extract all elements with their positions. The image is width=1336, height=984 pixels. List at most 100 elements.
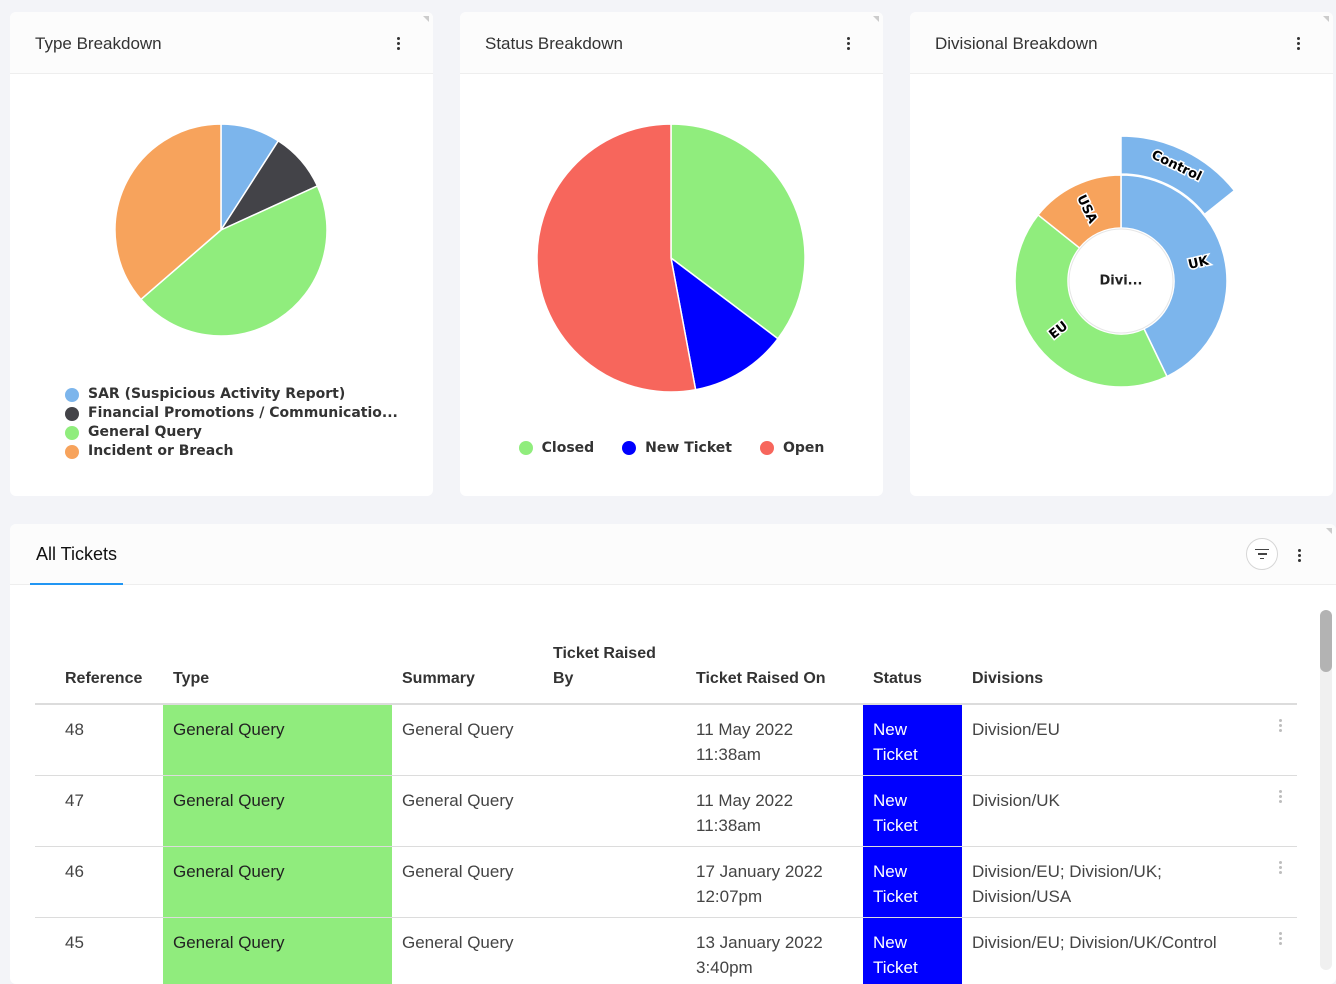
cell-reference: 48	[35, 704, 163, 776]
status-line-1: New	[873, 932, 908, 952]
more-options-icon[interactable]	[390, 33, 406, 53]
column-header-divisions[interactable]: Divisions	[962, 620, 1242, 705]
cell-divisions: Division/EU; Division/UK; Division/USA	[962, 846, 1242, 918]
legend-item-sar-suspicious-activity-report[interactable]: SAR (Suspicious Activity Report)	[65, 385, 398, 404]
column-header-raised-on[interactable]: Ticket Raised On	[686, 620, 863, 705]
status-line-2: Ticket	[873, 957, 918, 977]
legend-item-closed[interactable]: Closed	[518, 440, 595, 456]
cell-type: General Query	[163, 704, 392, 776]
status-line-1: New	[873, 861, 908, 881]
cell-actions	[1242, 775, 1297, 847]
row-more-options-icon[interactable]	[1277, 931, 1283, 945]
cell-status: New Ticket	[863, 704, 962, 776]
card-title: Type Breakdown	[35, 34, 162, 53]
status-line-2: Ticket	[873, 886, 918, 906]
column-header-actions	[1242, 620, 1297, 705]
status-breakdown-card: Status Breakdown Closed New Ticket Open	[460, 12, 883, 496]
legend-label: SAR (Suspicious Activity Report)	[88, 386, 346, 402]
cell-type: General Query	[163, 917, 392, 984]
column-header-type[interactable]: Type	[163, 620, 392, 705]
cell-status: New Ticket	[863, 917, 962, 984]
legend-label: Financial Promotions / Communicatio...	[88, 405, 398, 421]
sunburst-center-label: Divi...	[1100, 274, 1143, 289]
cell-actions	[1242, 846, 1297, 918]
legend-dot-icon	[65, 387, 79, 402]
card-header: All Tickets	[10, 524, 1336, 585]
status-line-1: New	[873, 790, 908, 810]
cell-raised-on: 17 January 2022 12:07pm	[686, 846, 863, 918]
row-more-options-icon[interactable]	[1277, 860, 1283, 874]
table-row[interactable]: 48 General Query General Query 11 May 2022 1…	[35, 704, 1297, 776]
raised-on-date: 11 May 2022	[696, 790, 794, 810]
type-breakdown-card: Type Breakdown SAR (Suspicious Activity …	[10, 12, 433, 496]
card-header: Type Breakdown	[10, 12, 433, 74]
cell-reference: 47	[35, 775, 163, 847]
status-pie-chart	[536, 123, 806, 393]
resize-corner-icon[interactable]	[1323, 16, 1329, 22]
legend-label: Closed	[541, 440, 595, 456]
cell-reference: 46	[35, 846, 163, 918]
cell-raised-on: 11 May 2022 11:38am	[686, 704, 863, 776]
resize-corner-icon[interactable]	[873, 16, 879, 22]
raised-on-date: 13 January 2022	[696, 932, 823, 952]
cell-raised-on: 11 May 2022 11:38am	[686, 775, 863, 847]
cell-raised-by	[543, 917, 686, 984]
card-title: Status Breakdown	[485, 34, 623, 53]
cell-raised-by	[543, 775, 686, 847]
raised-on-time: 12:07pm	[696, 886, 763, 906]
more-options-icon[interactable]	[1291, 545, 1307, 565]
column-header-raised-by[interactable]: Ticket Raised By	[543, 620, 686, 705]
legend-item-incident-or-breach[interactable]: Incident or Breach	[65, 442, 398, 461]
cell-raised-by	[543, 846, 686, 918]
row-more-options-icon[interactable]	[1277, 789, 1283, 803]
table-row[interactable]: 46 General Query General Query 17 January 2…	[35, 846, 1297, 918]
type-legend: SAR (Suspicious Activity Report) Financia…	[65, 385, 398, 461]
cell-status: New Ticket	[863, 775, 962, 847]
legend-dot-icon	[622, 441, 637, 455]
cell-actions	[1242, 917, 1297, 984]
legend-label: New Ticket	[645, 440, 732, 456]
card-header: Divisional Breakdown	[910, 12, 1333, 74]
more-options-icon[interactable]	[1290, 33, 1306, 53]
active-tab-indicator	[30, 583, 124, 585]
type-pie-chart	[114, 123, 328, 337]
table-scrollbar[interactable]	[1320, 610, 1332, 970]
legend-label: Open	[782, 440, 825, 456]
legend-label: Incident or Breach	[88, 443, 234, 459]
table-row[interactable]: 45 General Query General Query 13 January 2…	[35, 917, 1297, 984]
column-header-status[interactable]: Status	[863, 620, 962, 705]
legend-dot-icon	[65, 444, 79, 459]
legend-item-open[interactable]: Open	[759, 440, 825, 456]
column-header-reference[interactable]: Reference	[35, 620, 163, 705]
legend-item-new-ticket[interactable]: New Ticket	[622, 440, 732, 456]
scrollbar-thumb[interactable]	[1320, 610, 1332, 672]
raised-on-time: 3:40pm	[696, 957, 753, 977]
raised-on-time: 11:38am	[696, 745, 761, 764]
tickets-table: Reference Type Summary Ticket Raised By …	[35, 620, 1297, 984]
column-header-summary[interactable]: Summary	[392, 620, 543, 705]
tab-label: All Tickets	[36, 544, 118, 564]
divisional-sunburst-chart: UKControlEUUSADivi...	[1014, 135, 1236, 388]
raised-on-time: 11:38am	[696, 815, 761, 835]
card-title: Divisional Breakdown	[935, 34, 1098, 53]
tab-all-tickets[interactable]: All Tickets	[30, 524, 124, 585]
legend-dot-icon	[65, 406, 79, 421]
status-line-2: Ticket	[873, 745, 918, 764]
resize-corner-icon[interactable]	[423, 16, 429, 22]
cell-raised-on: 13 January 2022 3:40pm	[686, 917, 863, 984]
legend-dot-icon	[518, 441, 533, 455]
table-header-row: Reference Type Summary Ticket Raised By …	[35, 620, 1297, 705]
cell-type: General Query	[163, 775, 392, 847]
row-more-options-icon[interactable]	[1277, 719, 1283, 732]
table-row[interactable]: 47 General Query General Query 11 May 2022 1…	[35, 775, 1297, 847]
resize-corner-icon[interactable]	[1326, 528, 1332, 534]
filter-button[interactable]	[1246, 538, 1278, 570]
status-line-1: New	[873, 720, 908, 739]
legend-item-general-query[interactable]: General Query	[65, 423, 398, 442]
legend-label: General Query	[88, 424, 202, 440]
filter-icon	[1255, 548, 1269, 560]
cell-summary: General Query	[392, 917, 543, 984]
more-options-icon[interactable]	[840, 33, 856, 53]
raised-on-date: 11 May 2022	[696, 720, 794, 739]
legend-item-financial-promotions-communicatio[interactable]: Financial Promotions / Communicatio...	[65, 404, 398, 423]
